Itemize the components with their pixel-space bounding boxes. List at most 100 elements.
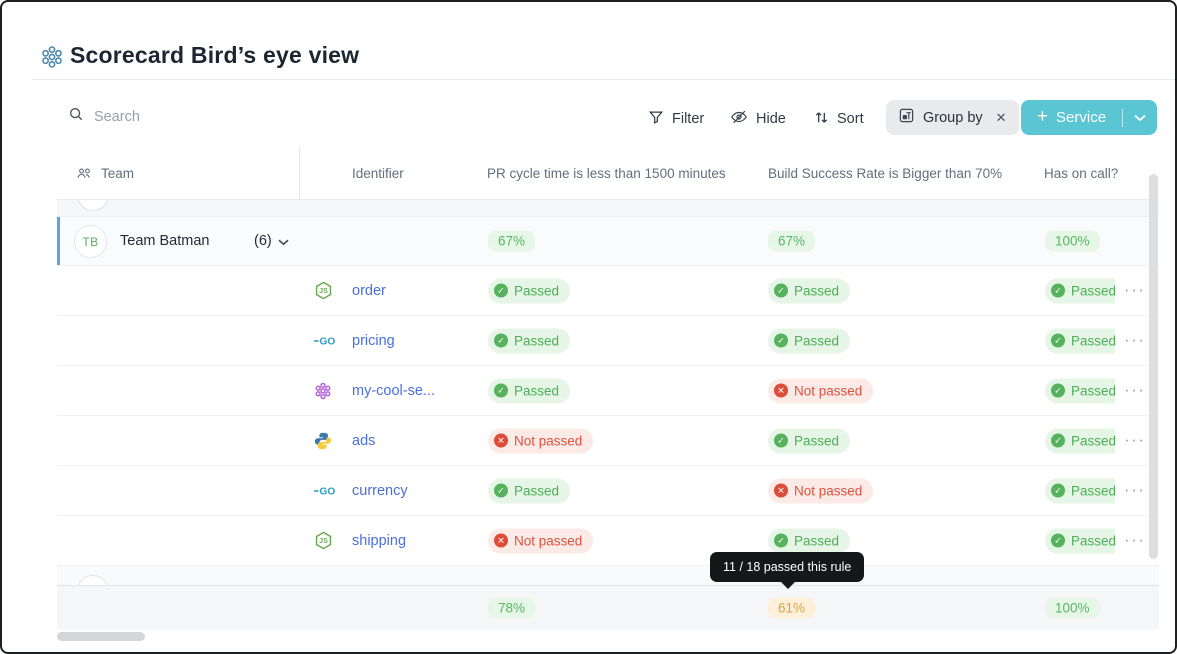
page-title: Scorecard Bird’s eye view <box>70 42 360 68</box>
percent-badge: 100% <box>1045 230 1100 252</box>
row-menu-icon[interactable]: ··· <box>1124 430 1145 450</box>
add-service-label: Service <box>1056 109 1107 126</box>
status-badge: ✓ Passed <box>768 328 851 353</box>
rule-cell: ✓ Passed <box>488 378 571 403</box>
rule-cell: ✓ Passed <box>488 478 571 503</box>
service-link[interactable]: my-cool-se... <box>352 383 435 399</box>
status-badge: ✓ Passed <box>488 478 571 503</box>
header-divider <box>32 79 1175 80</box>
check-icon: ✓ <box>1051 333 1065 348</box>
check-icon: ✓ <box>494 333 508 348</box>
team-avatar: TB <box>74 225 107 258</box>
service-link[interactable]: ads <box>352 433 375 449</box>
status-badge: ✕ Not passed <box>768 378 874 403</box>
rule-cell: ✓ Passed <box>768 428 851 453</box>
check-icon: ✓ <box>1051 383 1065 398</box>
service-link[interactable]: order <box>352 283 386 299</box>
overall-summary-cell-1: 78% <box>488 597 536 619</box>
column-header-rule-build-success[interactable]: Build Success Rate is Bigger than 70% <box>768 166 1002 181</box>
overall-summary-cell-2: 61% <box>768 597 816 619</box>
table-row[interactable]: JS order ✓ Passed ✓ Passed ✓ Passed ··· <box>57 266 1159 316</box>
status-badge: ✓ Passed <box>1045 378 1115 403</box>
team-icon <box>76 165 93 187</box>
group-summary-cell-2: 67% <box>768 230 816 252</box>
service-link[interactable]: pricing <box>352 333 395 349</box>
overall-summary-cell-3: 100% <box>1045 597 1100 619</box>
status-badge: ✓ Passed <box>488 278 571 303</box>
row-menu-icon[interactable]: ··· <box>1124 530 1145 550</box>
status-badge: ✓ Passed <box>1045 478 1115 503</box>
filter-label: Filter <box>672 111 705 127</box>
column-header-rule-pr-cycle-time[interactable]: PR cycle time is less than 1500 minutes <box>487 166 726 181</box>
search-icon <box>68 106 84 127</box>
svg-text:GO: GO <box>320 337 336 347</box>
rule-cell: ✓ Passed <box>1045 528 1115 553</box>
table-row[interactable]: my-cool-se... ✓ Passed ✕ Not passed ✓ Passe… <box>57 366 1159 416</box>
row-menu-icon[interactable]: ··· <box>1124 280 1145 300</box>
overall-summary-row: 78% 61% 100% <box>57 585 1159 630</box>
chevron-down-icon[interactable] <box>278 233 289 251</box>
rule-cell: ✓ Passed <box>488 328 571 353</box>
status-badge: ✓ Passed <box>488 328 571 353</box>
check-icon: ✓ <box>1051 533 1065 548</box>
sort-button[interactable]: Sort <box>814 105 864 133</box>
rule-cell: ✕ Not passed <box>488 528 594 553</box>
check-icon: ✓ <box>494 283 508 298</box>
percent-badge: 67% <box>768 230 816 252</box>
row-menu-icon[interactable]: ··· <box>1124 380 1145 400</box>
go-icon: GO <box>314 481 336 501</box>
hide-label: Hide <box>756 111 786 127</box>
partial-row-previous-group <box>57 200 1159 217</box>
column-header-team[interactable]: Team <box>101 166 134 181</box>
rule-cell: ✓ Passed <box>1045 278 1115 303</box>
hide-button[interactable]: Hide <box>730 105 786 133</box>
add-service-button[interactable]: + Service <box>1021 100 1157 135</box>
remove-group-by-icon[interactable]: ✕ <box>992 110 1007 126</box>
service-link[interactable]: currency <box>352 483 408 499</box>
table-row[interactable]: GO currency ✓ Passed ✕ Not passed ✓ Passed … <box>57 466 1159 516</box>
check-icon: ✓ <box>774 333 788 348</box>
svg-text:JS: JS <box>319 287 328 295</box>
search-input[interactable] <box>94 108 264 125</box>
check-icon: ✓ <box>774 533 788 548</box>
x-icon: ✕ <box>774 483 788 498</box>
group-by-icon <box>899 108 914 127</box>
horizontal-scrollbar[interactable] <box>57 632 145 641</box>
status-badge: ✕ Not passed <box>488 528 594 553</box>
group-summary-cell-1: 67% <box>488 230 536 252</box>
column-header-rule-has-on-call[interactable]: Has on call? <box>1044 166 1118 181</box>
avatar <box>77 200 109 211</box>
vertical-scrollbar[interactable] <box>1149 174 1158 559</box>
eye-off-icon <box>730 108 748 130</box>
rule-cell: ✓ Passed <box>1045 478 1115 503</box>
avatar <box>77 575 109 585</box>
filter-button[interactable]: Filter <box>648 105 704 133</box>
status-badge: ✓ Passed <box>1045 428 1115 453</box>
python-icon <box>314 431 336 451</box>
status-badge: ✓ Passed <box>768 278 851 303</box>
column-header-identifier[interactable]: Identifier <box>352 166 404 181</box>
add-service-main[interactable]: + Service <box>1021 106 1122 127</box>
status-badge: ✕ Not passed <box>768 478 874 503</box>
service-link[interactable]: shipping <box>352 533 406 549</box>
table-row[interactable]: JS shipping ✕ Not passed ✓ Passed ✓ Passed … <box>57 516 1159 566</box>
service-dropdown-button[interactable] <box>1123 114 1157 122</box>
rule-cell: ✓ Passed <box>1045 378 1115 403</box>
group-by-chip[interactable]: Group by ✕ <box>886 100 1019 135</box>
table-row[interactable]: ads ✕ Not passed ✓ Passed ✓ Passed ··· <box>57 416 1159 466</box>
row-menu-icon[interactable]: ··· <box>1124 480 1145 500</box>
scorecard-cluster-icon <box>40 45 64 69</box>
status-badge: ✓ Passed <box>768 428 851 453</box>
percent-badge: 100% <box>1045 597 1100 619</box>
search-box[interactable] <box>68 106 264 127</box>
rule-cell: ✓ Passed <box>768 328 851 353</box>
check-icon: ✓ <box>494 483 508 498</box>
rule-cell: ✕ Not passed <box>768 478 874 503</box>
status-badge: ✓ Passed <box>1045 328 1115 353</box>
table-row[interactable]: GO pricing ✓ Passed ✓ Passed ✓ Passed ··· <box>57 316 1159 366</box>
cluster-purple-icon <box>314 381 336 401</box>
status-badge: ✓ Passed <box>488 378 571 403</box>
plus-icon: + <box>1036 106 1049 127</box>
group-row-team-batman[interactable]: TB Team Batman (6) 67% 67% 100% <box>57 217 1159 266</box>
row-menu-icon[interactable]: ··· <box>1124 330 1145 350</box>
